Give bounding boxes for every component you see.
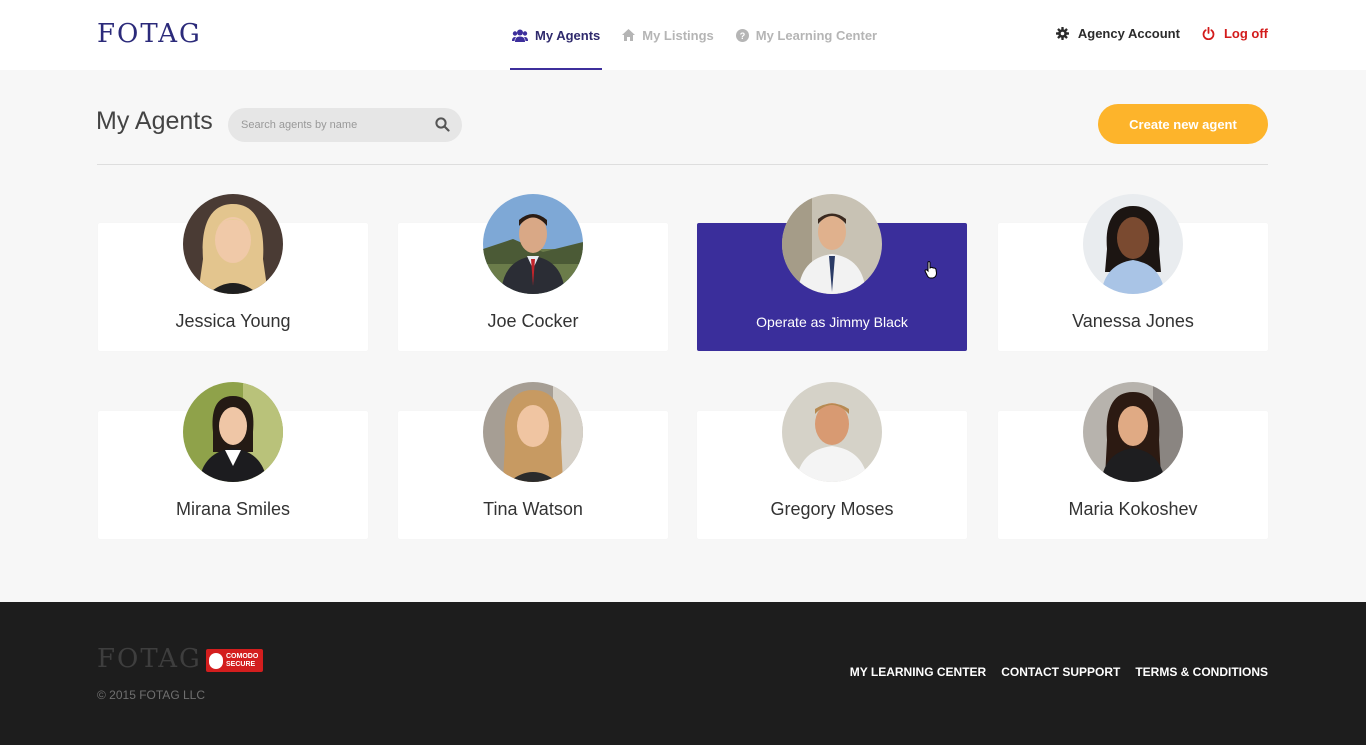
lock-icon (209, 652, 223, 669)
log-off-link[interactable]: Log off (1202, 26, 1268, 41)
footer-link-terms[interactable]: TERMS & CONDITIONS (1135, 665, 1268, 679)
home-icon (622, 29, 636, 41)
power-icon (1202, 26, 1215, 40)
nav-label: My Agents (535, 27, 601, 43)
agent-card[interactable]: Tina Watson (398, 382, 668, 539)
avatar (183, 382, 283, 482)
agency-account-link[interactable]: Agency Account (1055, 25, 1180, 41)
footer-logo: FOTAG (97, 644, 202, 674)
nav-my-learning-center[interactable]: ? My Learning Center (734, 0, 879, 70)
search-icon[interactable] (435, 117, 450, 132)
nav-my-listings[interactable]: My Listings (620, 0, 716, 70)
avatar (483, 382, 583, 482)
agent-name: Vanessa Jones (1072, 311, 1194, 331)
badge-text-top: COMODO (226, 652, 259, 660)
comodo-secure-badge: COMODO SECURE (206, 649, 263, 672)
nav-my-agents[interactable]: My Agents (510, 0, 603, 70)
agent-name: Maria Kokoshev (1068, 499, 1198, 519)
avatar (1083, 194, 1183, 294)
avatar (782, 382, 882, 482)
avatar (183, 194, 283, 294)
svg-text:?: ? (740, 31, 746, 41)
divider (97, 164, 1268, 165)
agency-account-label: Agency Account (1077, 25, 1180, 41)
brand-logo[interactable]: FOTAG (97, 19, 202, 49)
hand-cursor-icon (924, 261, 938, 279)
main-nav: My Agents My Listings ? My Learning Cent… (510, 0, 897, 70)
avatar (483, 194, 583, 294)
footer-links: MY LEARNING CENTER CONTACT SUPPORT TERMS… (835, 665, 1268, 679)
nav-label: My Learning Center (755, 27, 878, 43)
agent-card-hovered[interactable]: Operate as Jimmy Black (697, 194, 967, 351)
gear-icon (1055, 26, 1069, 40)
footer: FOTAG COMODO SECURE © 2015 FOTAG LLC MY … (0, 602, 1366, 745)
search-box (228, 108, 462, 142)
agent-card[interactable]: Gregory Moses (697, 382, 967, 539)
badge-text-bottom: SECURE (226, 660, 256, 668)
agent-card[interactable]: Joe Cocker (398, 194, 668, 351)
log-off-label: Log off (1223, 25, 1268, 41)
avatar (782, 194, 882, 294)
agent-card[interactable]: Mirana Smiles (98, 382, 368, 539)
account-nav: Agency Account Log off (1034, 0, 1268, 66)
page-title: My Agents (96, 107, 213, 135)
agent-name: Joe Cocker (487, 311, 579, 331)
operate-as-agent-label: Operate as Jimmy Black (756, 314, 908, 330)
footer-link-contact-support[interactable]: CONTACT SUPPORT (1001, 665, 1120, 679)
search-input[interactable] (241, 116, 431, 134)
agent-name: Gregory Moses (770, 499, 894, 519)
users-icon (512, 29, 528, 42)
create-new-agent-button[interactable]: Create new agent (1098, 104, 1268, 144)
footer-link-learning-center[interactable]: MY LEARNING CENTER (850, 665, 986, 679)
top-header: FOTAG My Agents My Listings ? My Learnin… (0, 0, 1366, 70)
avatar (1083, 382, 1183, 482)
nav-label: My Listings (642, 27, 714, 43)
agent-card[interactable]: Maria Kokoshev (998, 382, 1268, 539)
question-circle-icon: ? (735, 28, 749, 42)
agent-card[interactable]: Vanessa Jones (998, 194, 1268, 351)
copyright: © 2015 FOTAG LLC (97, 688, 205, 702)
agent-name: Jessica Young (175, 311, 291, 331)
agent-card[interactable]: Jessica Young (98, 194, 368, 351)
agent-name: Mirana Smiles (175, 499, 291, 519)
agent-name: Tina Watson (483, 499, 583, 519)
